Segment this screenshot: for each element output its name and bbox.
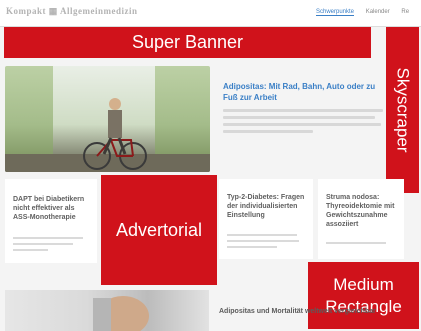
- nav-item-re[interactable]: Re: [401, 9, 409, 15]
- article-card-title: Typ-2-Diabetes: Fragen der individualisi…: [227, 194, 305, 220]
- article-thumbnail[interactable]: [5, 290, 209, 331]
- article-card[interactable]: DAPT bei Diabetikern nicht effektiver al…: [5, 179, 97, 263]
- article-card-line: [227, 240, 299, 242]
- article-title[interactable]: Adipositas und Mortalität weltweit vergl…: [219, 307, 376, 316]
- article-card-line: [13, 249, 48, 251]
- skyscraper-ad[interactable]: Skyscraper: [386, 27, 419, 193]
- article-card-line: [13, 243, 73, 245]
- thumbnail-illustration: [93, 296, 149, 331]
- article-card[interactable]: Typ-2-Diabetes: Fragen der individualisi…: [219, 179, 313, 259]
- site-logo[interactable]: Kompakt ▦ Allgemeinmedizin: [6, 6, 138, 17]
- nav-item-kalender[interactable]: Kalender: [366, 9, 390, 15]
- thumbnail-shadow: [93, 298, 111, 331]
- advertorial-ad[interactable]: Advertorial: [101, 175, 217, 285]
- article-card-line: [326, 242, 386, 244]
- article-card-title: DAPT bei Diabetikern nicht effektiver al…: [13, 196, 85, 222]
- article-card-line: [13, 237, 83, 239]
- featured-article-title[interactable]: Adipositas: Mit Rad, Bahn, Auto oder zu …: [223, 82, 388, 104]
- site-header: Kompakt ▦ Allgemeinmedizin Schwerpunkte …: [0, 0, 421, 27]
- advertorial-label: Advertorial: [115, 219, 203, 240]
- medium-rectangle-ad[interactable]: Medium Rectangle: [308, 262, 419, 329]
- super-banner-label: Super Banner: [131, 32, 244, 52]
- featured-article-image[interactable]: [5, 66, 210, 172]
- featured-article-teaser: [223, 109, 388, 137]
- cyclist-coat: [108, 110, 122, 138]
- bike-frame: [96, 139, 134, 157]
- article-card-line: [227, 246, 277, 248]
- cyclist-head: [109, 98, 121, 110]
- cyclist-illustration: [83, 98, 147, 170]
- article-card-line: [227, 234, 297, 236]
- article-card[interactable]: Struma nodosa: Thyreoidektomie mit Gewic…: [318, 179, 404, 259]
- super-banner-ad[interactable]: Super Banner: [4, 27, 371, 58]
- main-nav: Schwerpunkte Kalender Re: [316, 9, 419, 16]
- medium-rectangle-label-line1: Medium: [333, 275, 394, 295]
- nav-item-schwerpunkte[interactable]: Schwerpunkte: [316, 9, 355, 16]
- article-card-title: Struma nodosa: Thyreoidektomie mit Gewic…: [326, 194, 395, 229]
- skyscraper-label: Skyscraper: [393, 67, 413, 153]
